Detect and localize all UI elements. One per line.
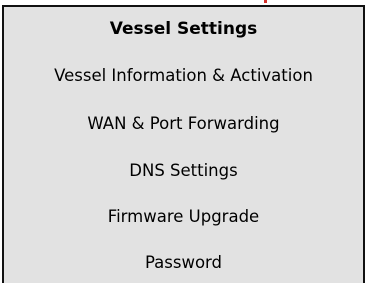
menu-item-vessel-information-activation[interactable]: Vessel Information & Activation <box>4 66 363 86</box>
menu-item-wan-port-forwarding[interactable]: WAN & Port Forwarding <box>4 114 363 134</box>
menu-item-password[interactable]: Password <box>4 253 363 273</box>
menu-header: Vessel Settings <box>109 19 258 39</box>
menu-item-dns-settings[interactable]: DNS Settings <box>4 161 363 181</box>
menu-item-firmware-upgrade[interactable]: Firmware Upgrade <box>4 207 363 227</box>
vessel-settings-menu: Vessel Settings Vessel Information & Act… <box>2 5 365 283</box>
red-indicator-mark <box>264 0 267 3</box>
